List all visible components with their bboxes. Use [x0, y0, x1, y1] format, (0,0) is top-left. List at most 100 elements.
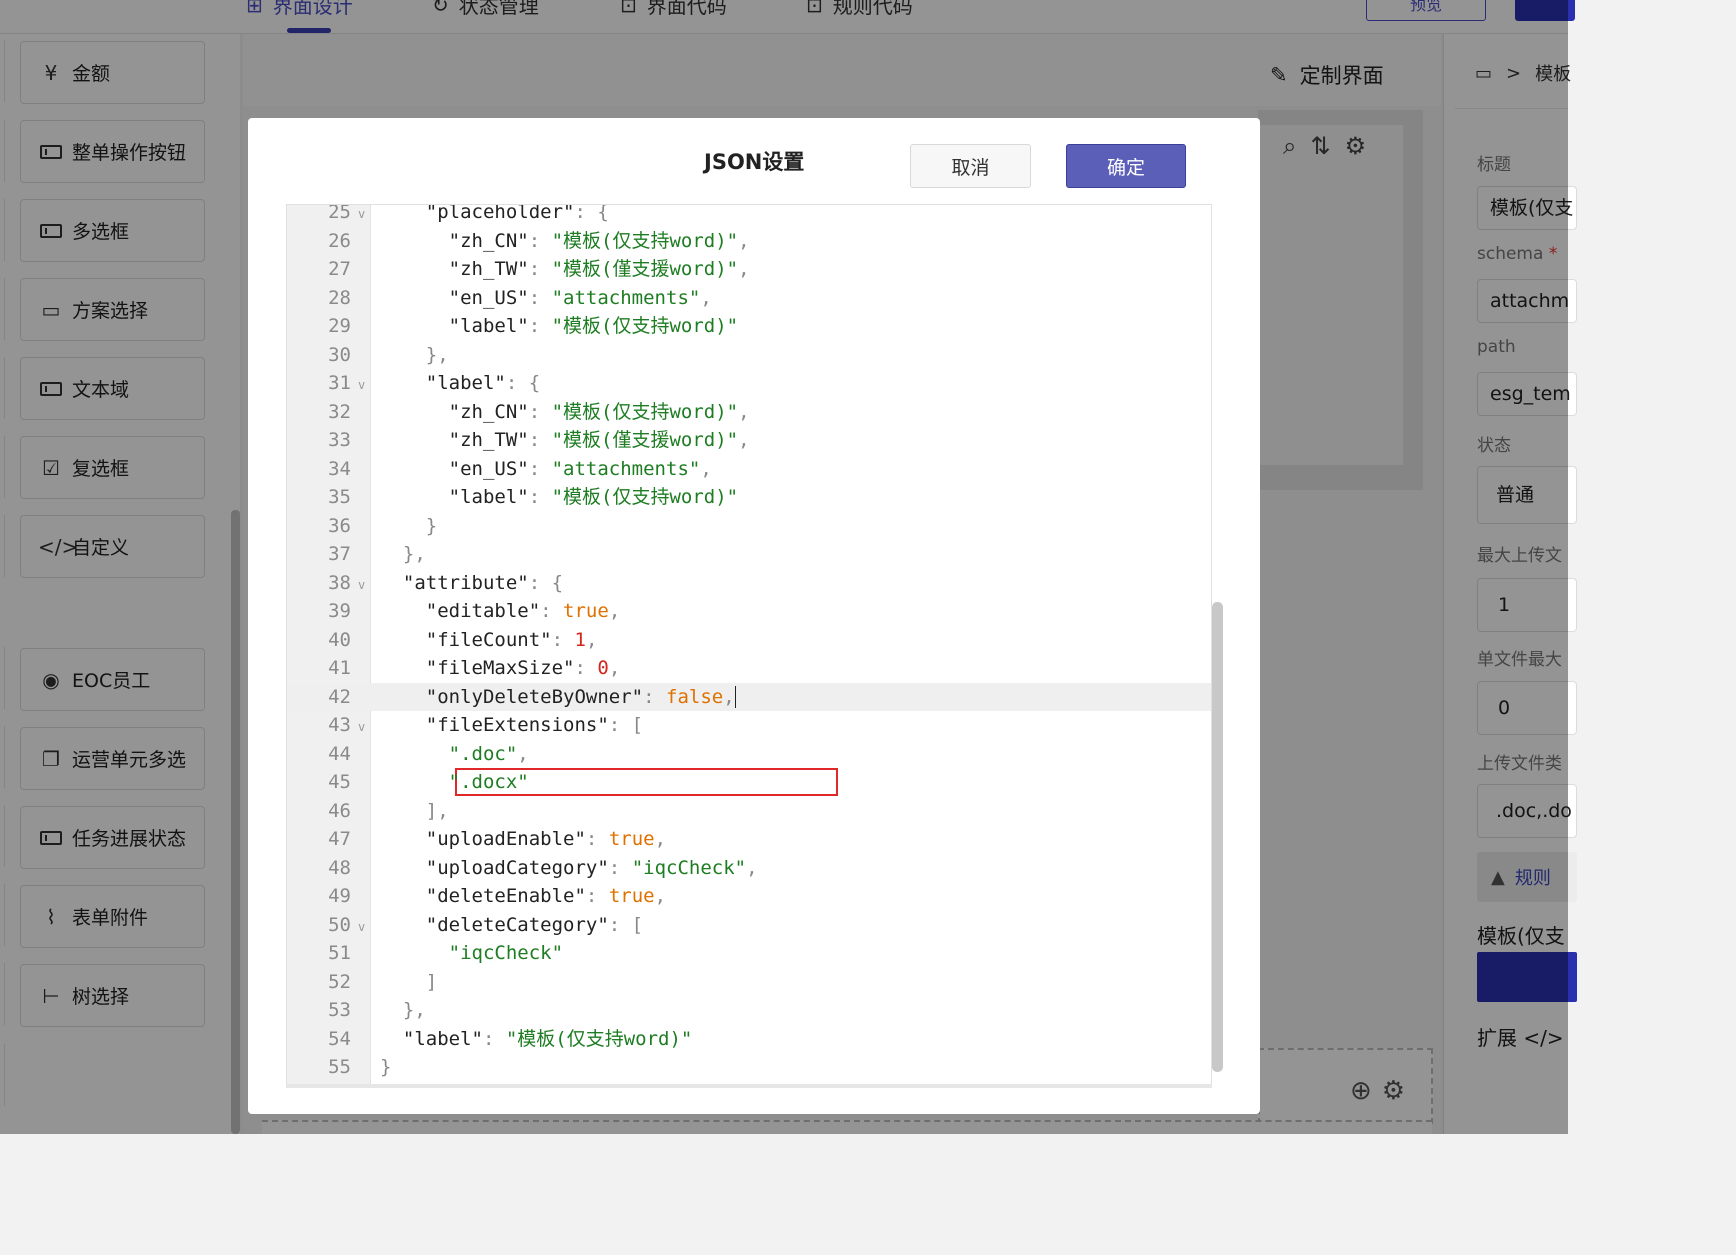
code-line[interactable]: 34 "en_US": "attachments",: [287, 455, 1211, 484]
code-text: "zh_TW": "模板(僅支援word)",: [448, 258, 750, 280]
code-text: "label": "模板(仅支持word)": [402, 1027, 693, 1050]
code-text: "zh_CN": "模板(仅支持word)",: [448, 400, 750, 423]
code-line[interactable]: 48 "uploadCategory": "iqcCheck",: [287, 854, 1211, 883]
code-line[interactable]: 31 v "label": {: [287, 369, 1211, 398]
confirm-button[interactable]: 确定: [1066, 144, 1186, 188]
fold-chevron-icon[interactable]: v: [358, 571, 365, 600]
editor-scrollbar[interactable]: [1212, 602, 1223, 1072]
code-text: "placeholder": {: [425, 204, 609, 223]
code-line[interactable]: 54 "label": "模板(仅支持word)": [287, 1025, 1211, 1054]
code-line[interactable]: 46 ],: [287, 797, 1211, 826]
code-text: ]: [425, 970, 438, 993]
code-line[interactable]: 51 "iqcCheck": [287, 939, 1211, 968]
code-text: "en_US": "attachments",: [448, 457, 712, 480]
code-text: },: [425, 343, 449, 366]
code-line[interactable]: 33 "zh_TW": "模板(僅支援word)",: [287, 426, 1211, 455]
code-text: ],: [425, 799, 449, 822]
line-number: 47: [328, 828, 351, 850]
code-line[interactable]: 35 "label": "模板(仅支持word)": [287, 483, 1211, 512]
line-number: 43: [328, 714, 351, 736]
code-text: "editable": true,: [425, 600, 621, 622]
code-line[interactable]: 52 ]: [287, 968, 1211, 997]
code-text: "uploadEnable": true,: [425, 828, 667, 850]
line-number: 26: [328, 229, 351, 252]
code-text: "deleteEnable": true,: [425, 885, 667, 907]
code-text: "label": {: [425, 372, 541, 394]
fold-chevron-icon[interactable]: v: [358, 913, 365, 942]
code-line[interactable]: 43 v "fileExtensions": [: [287, 711, 1211, 740]
code-line[interactable]: 36 }: [287, 512, 1211, 541]
line-number: 51: [328, 942, 351, 964]
code-text: "label": "模板(仅支持word)": [448, 315, 739, 337]
text-cursor: [734, 686, 736, 708]
code-line[interactable]: 39 "editable": true,: [287, 597, 1211, 626]
code-line[interactable]: 55}: [287, 1053, 1211, 1082]
fold-chevron-icon[interactable]: v: [358, 205, 365, 229]
code-line[interactable]: 26 "zh_CN": "模板(仅支持word)",: [287, 227, 1211, 256]
line-number: 46: [328, 799, 351, 822]
line-number: 40: [328, 628, 351, 651]
editor-horizontal-scrollbar[interactable]: [286, 1084, 1212, 1088]
code-line[interactable]: 45 ".docx": [287, 768, 1211, 797]
line-number: 55: [328, 1056, 351, 1078]
line-number: 28: [328, 286, 351, 309]
code-text: "en_US": "attachments",: [448, 286, 712, 309]
code-text: "deleteCategory": [: [425, 913, 644, 936]
line-number: 53: [328, 999, 351, 1021]
code-line[interactable]: 53 },: [287, 996, 1211, 1025]
code-text: "zh_CN": "模板(仅支持word)",: [448, 229, 750, 252]
code-text: },: [402, 999, 426, 1021]
code-text: "fileCount": 1,: [425, 628, 598, 651]
code-text: }: [425, 514, 438, 537]
line-number: 48: [328, 856, 351, 879]
code-line[interactable]: 47 "uploadEnable": true,: [287, 825, 1211, 854]
code-text: },: [402, 543, 426, 565]
line-number: 49: [328, 885, 351, 907]
line-number: 52: [328, 970, 351, 993]
line-number: 39: [328, 600, 351, 622]
code-line[interactable]: 29 "label": "模板(仅支持word)": [287, 312, 1211, 341]
line-number: 45: [328, 771, 351, 793]
line-number: 32: [328, 400, 351, 423]
line-number: 35: [328, 486, 351, 508]
line-number: 30: [328, 343, 351, 366]
code-line[interactable]: 50 v "deleteCategory": [: [287, 911, 1211, 940]
code-line[interactable]: 44 ".doc",: [287, 740, 1211, 769]
line-number: 31: [328, 372, 351, 394]
code-line[interactable]: 27 "zh_TW": "模板(僅支援word)",: [287, 255, 1211, 284]
code-text: "label": "模板(仅支持word)": [448, 486, 739, 508]
line-number: 27: [328, 258, 351, 280]
line-number: 41: [328, 657, 351, 679]
code-line[interactable]: 42 "onlyDeleteByOwner": false,: [287, 682, 1211, 711]
fold-chevron-icon[interactable]: v: [358, 371, 365, 400]
code-text: "fileMaxSize": 0,: [425, 657, 621, 679]
code-line[interactable]: 25 v "placeholder": {: [287, 204, 1211, 229]
fold-chevron-icon[interactable]: v: [358, 713, 365, 742]
line-number: 50: [328, 913, 351, 936]
code-line[interactable]: 40 "fileCount": 1,: [287, 626, 1211, 655]
code-line[interactable]: 37 },: [287, 540, 1211, 569]
cancel-button[interactable]: 取消: [910, 144, 1031, 188]
line-number: 37: [328, 543, 351, 565]
line-number: 25: [328, 204, 351, 223]
code-text: ".doc",: [448, 742, 529, 765]
code-text: "iqcCheck": [448, 942, 564, 964]
json-settings-dialog: JSON设置 取消 确定 25 v "placeholder": {26 "zh_…: [248, 118, 1260, 1114]
line-number: 44: [328, 742, 351, 765]
line-number: 38: [328, 571, 351, 594]
code-line[interactable]: 32 "zh_CN": "模板(仅支持word)",: [287, 398, 1211, 427]
code-line[interactable]: 41 "fileMaxSize": 0,: [287, 654, 1211, 683]
code-line[interactable]: 49 "deleteEnable": true,: [287, 882, 1211, 911]
code-text: "attribute": {: [402, 571, 564, 594]
code-text: "zh_TW": "模板(僅支援word)",: [448, 429, 750, 451]
code-line[interactable]: 28 "en_US": "attachments",: [287, 284, 1211, 313]
code-text: }: [380, 1056, 392, 1078]
code-line[interactable]: 30 },: [287, 341, 1211, 370]
line-number: 29: [328, 315, 351, 337]
line-number: 34: [328, 457, 351, 480]
json-code-editor[interactable]: 25 v "placeholder": { 26 "zh_CN": "模板(仅支持w…: [286, 204, 1212, 1087]
line-number: 36: [328, 514, 351, 537]
code-text: "onlyDeleteByOwner": false,: [425, 685, 736, 708]
code-line[interactable]: 38 v "attribute": {: [287, 569, 1211, 598]
code-text: "fileExtensions": [: [425, 714, 644, 736]
